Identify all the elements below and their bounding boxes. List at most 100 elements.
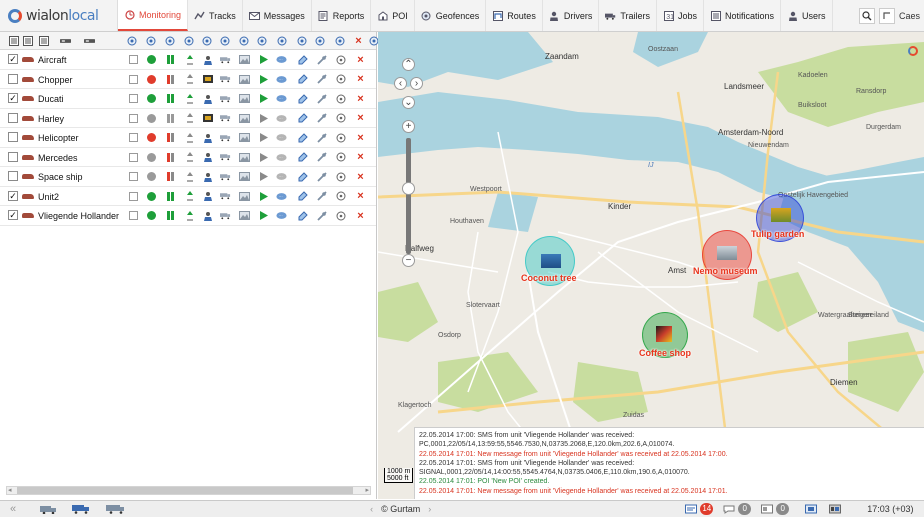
pan-up-icon[interactable]: ⌃: [402, 58, 415, 71]
tab-monitoring[interactable]: Monitoring: [118, 0, 189, 31]
target-icon[interactable]: [335, 152, 346, 163]
map-visibility-checkbox[interactable]: [128, 191, 139, 202]
horizontal-scrollbar[interactable]: ◂ ▸: [6, 486, 371, 495]
tools-icon[interactable]: [316, 74, 327, 85]
tab-drivers[interactable]: Drivers: [543, 0, 600, 31]
photo-icon[interactable]: [239, 113, 250, 124]
unit-name-vliegende-hollander[interactable]: Vliegende Hollander: [38, 211, 119, 221]
commands-icon[interactable]: [256, 35, 267, 46]
target-icon[interactable]: [335, 93, 346, 104]
scroll-left-icon[interactable]: ◂: [8, 486, 12, 494]
tools-icon[interactable]: [316, 152, 327, 163]
unit-checkbox[interactable]: ✓: [8, 210, 18, 220]
layout-toggle-icon[interactable]: [878, 7, 895, 24]
map-visibility-checkbox[interactable]: [128, 152, 139, 163]
tools-icon[interactable]: [316, 191, 327, 202]
tab-users[interactable]: Users: [781, 0, 833, 31]
play-icon[interactable]: [258, 171, 269, 182]
unit-name-unit2[interactable]: Unit2: [38, 192, 59, 202]
list-view-icon[interactable]: [38, 35, 49, 46]
unit-checkbox[interactable]: ✓: [8, 190, 18, 201]
unit-row[interactable]: Mercedes ··· ×: [0, 148, 376, 167]
position-icon[interactable]: [183, 35, 194, 46]
message-bubble-icon[interactable]: ···: [276, 74, 287, 85]
trailer-icon[interactable]: [219, 35, 230, 46]
prev-arrow-icon[interactable]: ‹: [370, 504, 373, 514]
target-icon[interactable]: [335, 171, 346, 182]
map-visibility-checkbox[interactable]: [128, 54, 139, 65]
unit-name-aircraft[interactable]: Aircraft: [38, 55, 67, 65]
map-layers-icon[interactable]: [805, 504, 818, 514]
commands-icon[interactable]: [297, 210, 308, 221]
state-icon[interactable]: [126, 35, 137, 46]
messages-col-icon[interactable]: [296, 35, 307, 46]
add-units-icon[interactable]: [60, 35, 71, 46]
tab-notifications[interactable]: Notifications: [704, 0, 782, 31]
delete-icon[interactable]: ×: [355, 151, 366, 163]
zoom-in-button[interactable]: +: [402, 120, 415, 133]
map-visibility-checkbox[interactable]: [128, 113, 139, 124]
commands-icon[interactable]: [297, 74, 308, 85]
tab-jobs[interactable]: 31 Jobs: [657, 0, 705, 31]
play-icon[interactable]: [258, 210, 269, 221]
commands-icon[interactable]: [297, 113, 308, 124]
commands-icon[interactable]: [297, 171, 308, 182]
unit-checkbox[interactable]: [8, 132, 18, 142]
unit-row[interactable]: Chopper ··· ×: [0, 70, 376, 89]
image-icon[interactable]: [238, 35, 249, 46]
commands-icon[interactable]: [297, 191, 308, 202]
unit-checkbox[interactable]: ✓: [8, 54, 18, 64]
play-icon[interactable]: [258, 93, 269, 104]
unit-checkbox[interactable]: [8, 73, 18, 84]
commands-icon[interactable]: [297, 54, 308, 65]
unit-row[interactable]: Harley ··· ×: [0, 109, 376, 128]
tab-trailers[interactable]: Trailers: [599, 0, 657, 31]
unit-checkbox[interactable]: [8, 112, 18, 123]
photo-icon[interactable]: [239, 191, 250, 202]
notifications-icon[interactable]: [685, 504, 698, 514]
driver-icon[interactable]: [201, 35, 212, 46]
zoom-out-button[interactable]: −: [402, 254, 415, 267]
tab-reports[interactable]: Reports: [312, 0, 372, 31]
pan-down-icon[interactable]: ⌄: [402, 96, 415, 109]
photo-icon[interactable]: [239, 93, 250, 104]
unit-name-mercedes[interactable]: Mercedes: [38, 153, 78, 163]
collapse-panel-icon[interactable]: «: [10, 503, 16, 515]
unit-checkbox[interactable]: ✓: [8, 93, 18, 103]
map-visibility-checkbox[interactable]: [128, 74, 139, 85]
map-view[interactable]: Zaandam Oostzaan Landsmeer Amsterdam-Noord R…: [378, 32, 924, 499]
unit-row[interactable]: Helicopter ··· ×: [0, 128, 376, 148]
message-bubble-icon[interactable]: ···: [276, 191, 287, 202]
delete-icon[interactable]: ×: [355, 190, 366, 202]
photo-icon[interactable]: [239, 54, 250, 65]
target-icon[interactable]: [335, 74, 346, 85]
delete-icon[interactable]: ×: [355, 112, 366, 124]
unit-row[interactable]: ✓ Ducati ··· ×: [0, 89, 376, 109]
message-bubble-icon[interactable]: ···: [276, 113, 287, 124]
message-bubble-icon[interactable]: ···: [276, 93, 287, 104]
pan-right-icon[interactable]: ›: [410, 77, 423, 90]
play-icon[interactable]: [258, 152, 269, 163]
unit-name-chopper[interactable]: Chopper: [38, 75, 73, 85]
target-icon[interactable]: [335, 132, 346, 143]
events-count[interactable]: 0: [776, 503, 790, 515]
wialon-logo[interactable]: wialonlocal: [0, 0, 118, 31]
map-visibility-checkbox[interactable]: [128, 93, 139, 104]
target-icon[interactable]: [335, 113, 346, 124]
map-visibility-checkbox[interactable]: [128, 171, 139, 182]
copyright[interactable]: © Gurtam: [381, 504, 420, 514]
play-icon[interactable]: [258, 74, 269, 85]
tab-tracks[interactable]: Tracks: [188, 0, 243, 31]
unit-checkbox[interactable]: [8, 171, 18, 181]
pan-left-icon[interactable]: ‹: [394, 77, 407, 90]
unit-name-harley[interactable]: Harley: [38, 114, 64, 124]
photo-icon[interactable]: [239, 152, 250, 163]
map-mode-icon[interactable]: [829, 504, 842, 514]
commands-icon[interactable]: [297, 132, 308, 143]
select-all-icon[interactable]: [8, 35, 19, 46]
zoom-slider[interactable]: [406, 138, 411, 254]
photo-icon[interactable]: [239, 74, 250, 85]
commands-icon[interactable]: [297, 93, 308, 104]
unit-row[interactable]: ✓ Unit2 ··· ×: [0, 187, 376, 206]
tools-icon[interactable]: [316, 171, 327, 182]
